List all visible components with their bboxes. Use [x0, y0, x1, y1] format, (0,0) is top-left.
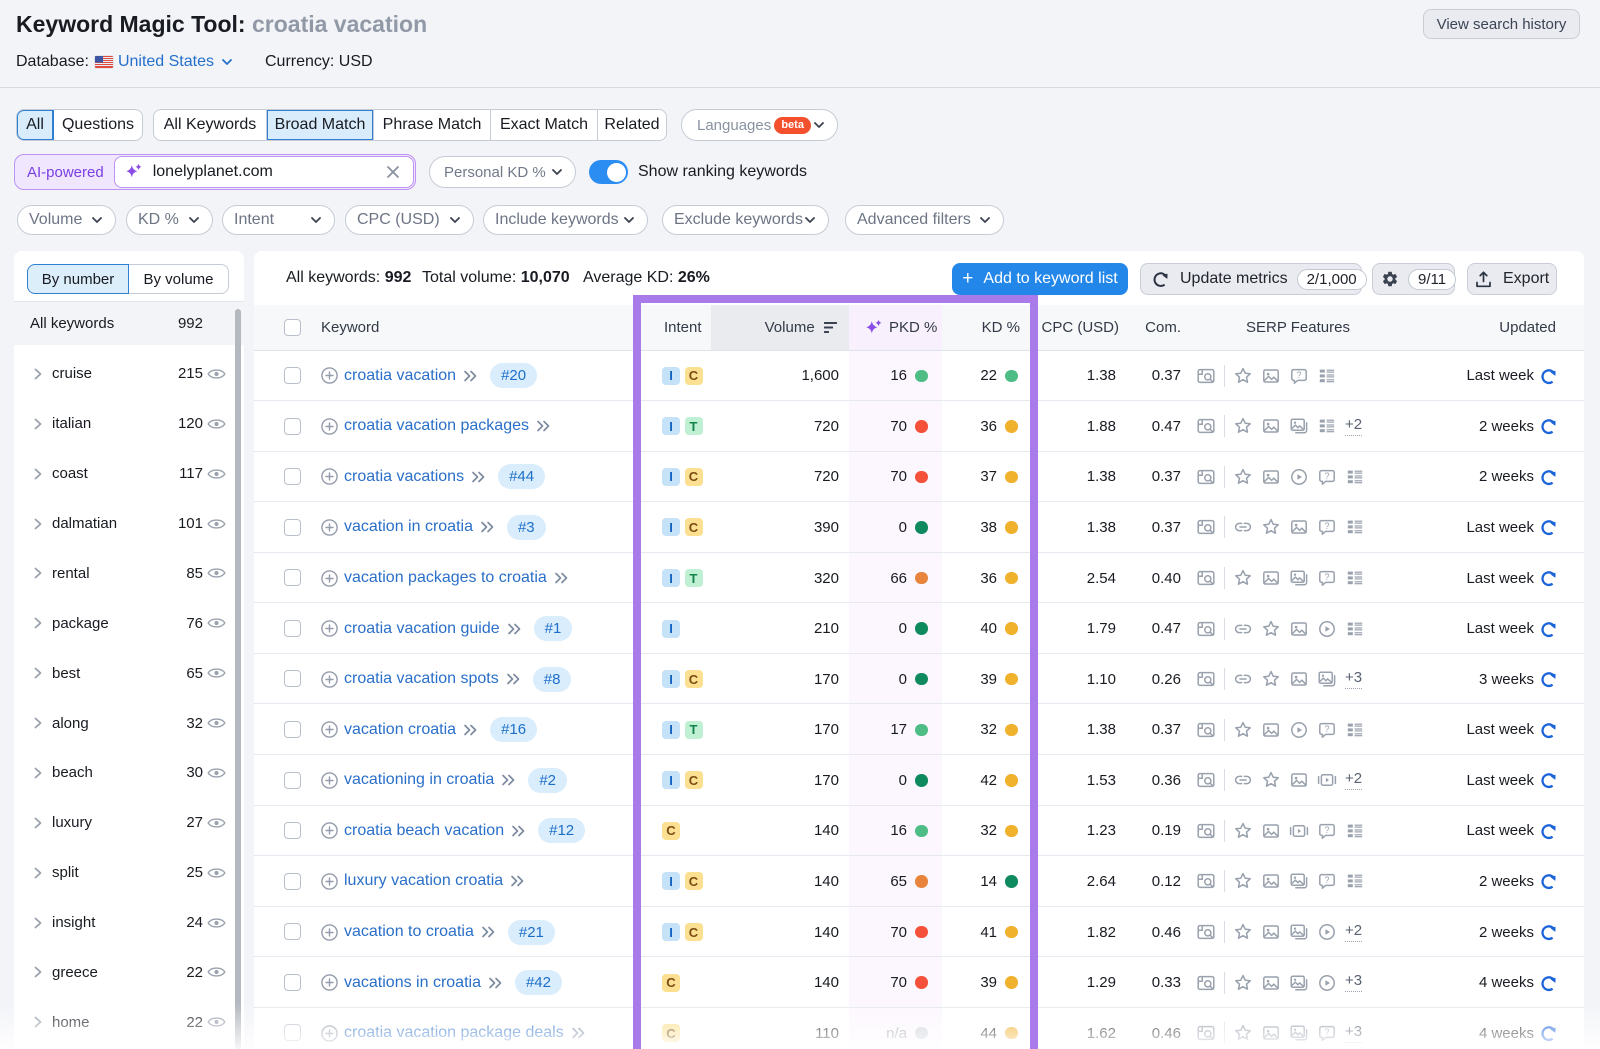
svg-text:?: ? — [1324, 572, 1329, 582]
svg-text:?: ? — [1324, 724, 1329, 734]
svg-text:?: ? — [1324, 875, 1329, 885]
svg-text:?: ? — [1324, 471, 1329, 481]
svg-text:?: ? — [1324, 521, 1329, 531]
svg-text:?: ? — [1296, 370, 1301, 380]
svg-text:?: ? — [1324, 825, 1329, 835]
